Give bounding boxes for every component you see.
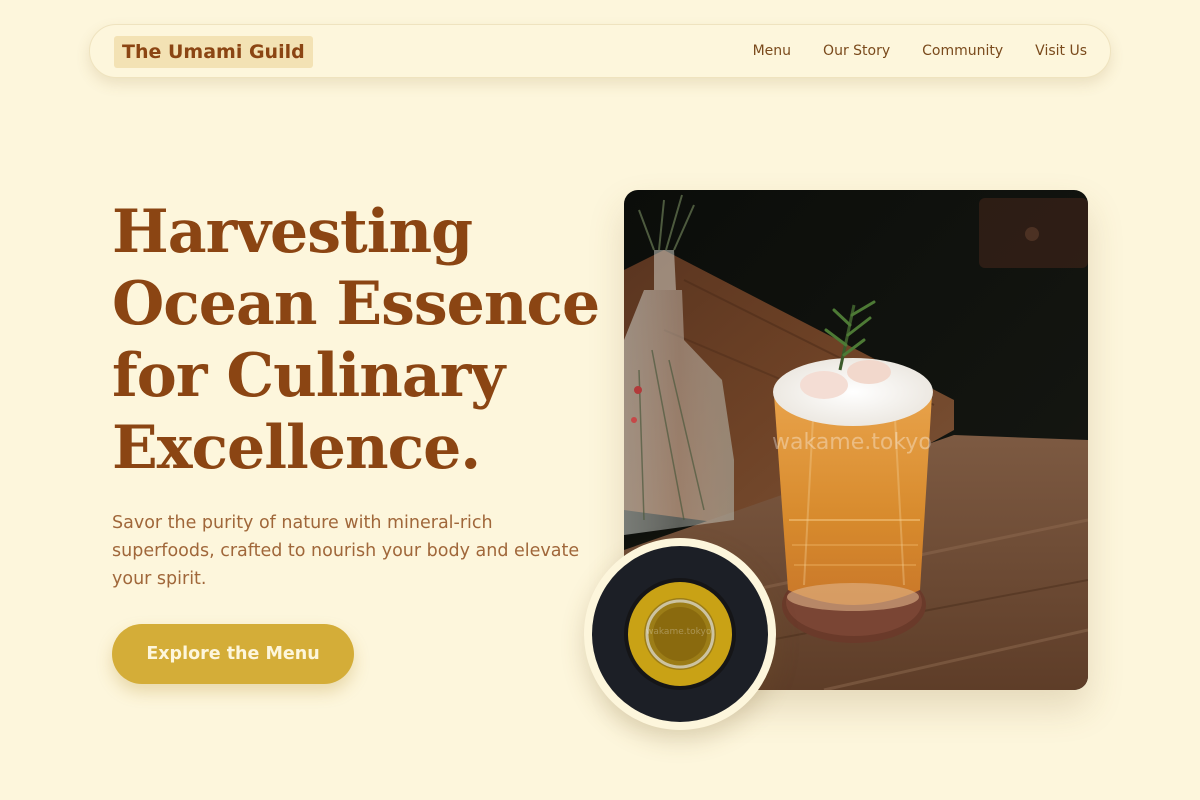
brand-logo[interactable]: The Umami Guild: [114, 36, 313, 68]
hero-title: Harvesting Ocean Essence for Culinary Ex…: [112, 196, 600, 484]
explore-menu-button[interactable]: Explore the Menu: [112, 624, 354, 684]
hero-title-line: Harvesting: [112, 197, 473, 267]
nav-link-visit-us[interactable]: Visit Us: [1035, 43, 1087, 59]
inset-cup-illustration: [592, 546, 768, 722]
nav-link-menu[interactable]: Menu: [753, 43, 791, 59]
hero-title-line: Ocean Essence: [112, 269, 600, 339]
hero-title-line: for Culinary: [112, 341, 505, 411]
hero-subtitle: Savor the purity of nature with mineral-…: [112, 513, 580, 589]
nav-link-our-story[interactable]: Our Story: [823, 43, 890, 59]
hero-title-line: Excellence.: [112, 413, 481, 483]
inset-cup-photo: wakame.tokyo: [584, 538, 776, 730]
nav-links: Menu Our Story Community Visit Us: [753, 25, 1087, 77]
nav-link-community[interactable]: Community: [922, 43, 1003, 59]
top-navbar: The Umami Guild Menu Our Story Community…: [89, 24, 1111, 78]
